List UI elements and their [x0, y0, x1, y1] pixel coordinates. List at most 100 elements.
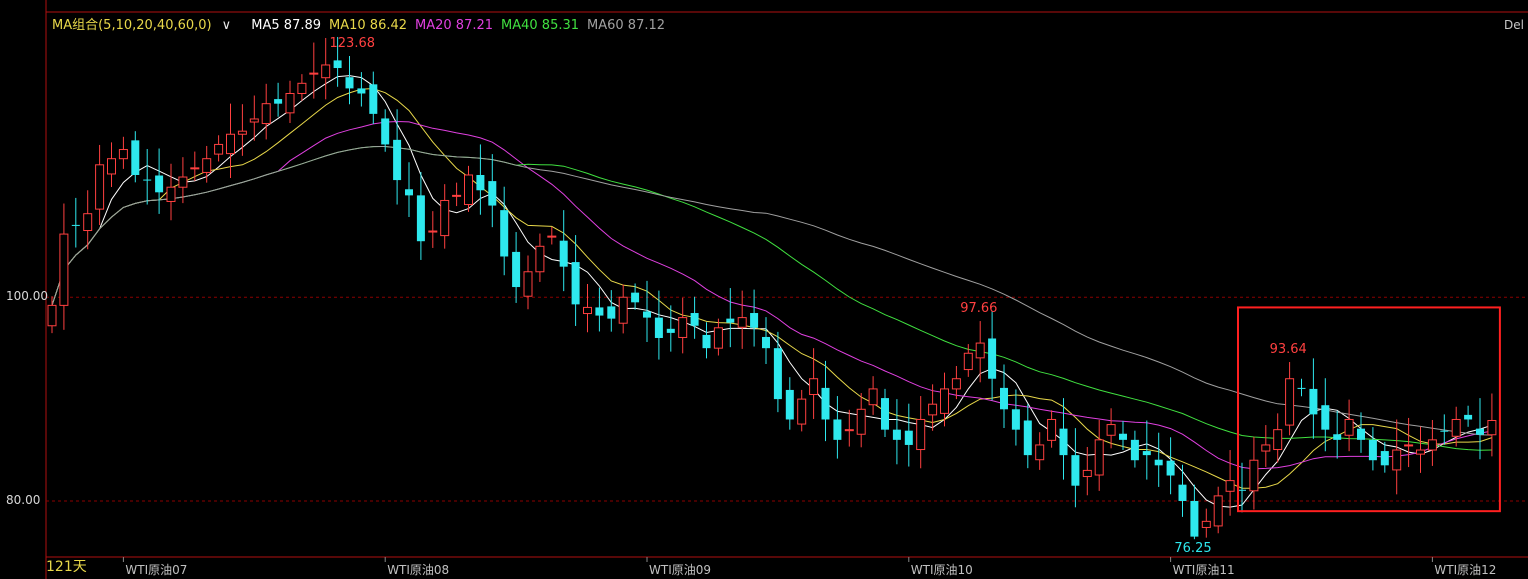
y-tick-label: 80.00	[6, 492, 41, 507]
candle	[975, 321, 985, 383]
candle	[1178, 464, 1187, 517]
x-tick-label: WTI原油08	[387, 563, 450, 577]
candle-body	[1071, 455, 1080, 486]
candle	[1238, 462, 1246, 513]
candle-body	[1119, 433, 1127, 440]
candle	[1190, 484, 1199, 540]
candle-body	[809, 378, 819, 396]
candle-body	[155, 175, 164, 193]
candle	[892, 399, 901, 465]
ma-legend-header: MA组合(5,10,20,40,60,0)	[52, 18, 212, 33]
candle-body	[1416, 449, 1425, 455]
candle	[607, 290, 616, 332]
candle	[868, 376, 878, 415]
candle-body	[1082, 469, 1092, 478]
candle-body	[1178, 484, 1187, 501]
candle	[1249, 436, 1259, 510]
candle-body	[1297, 387, 1306, 389]
candle	[1261, 425, 1271, 467]
candle-body	[47, 304, 57, 327]
candle-body	[416, 195, 425, 242]
candle	[1023, 404, 1032, 469]
candle	[547, 226, 557, 245]
candle-body	[607, 306, 616, 319]
candle	[1380, 441, 1389, 473]
candle	[1309, 358, 1318, 439]
candle	[535, 233, 545, 282]
candle-body	[1154, 459, 1163, 466]
candle-body	[797, 398, 807, 425]
candle-body	[1273, 429, 1283, 451]
candle-body	[190, 167, 200, 170]
candle	[1047, 410, 1057, 448]
y-tick-label: 100.00	[6, 289, 48, 304]
candle	[476, 144, 485, 215]
candle	[285, 80, 295, 124]
candle-body	[1261, 444, 1271, 452]
candle	[440, 184, 450, 249]
candle-body	[844, 429, 854, 432]
chevron-down-icon: ∨	[221, 18, 232, 33]
candle-body	[951, 378, 961, 390]
candle	[274, 82, 283, 117]
candle-body	[821, 387, 830, 420]
candle-body	[1142, 451, 1151, 456]
candle	[571, 235, 580, 326]
candle	[1130, 430, 1139, 468]
candle-body	[1285, 378, 1295, 426]
candle-body	[1238, 489, 1246, 491]
candle-body	[618, 296, 628, 324]
candle-body	[762, 336, 770, 349]
candle	[1035, 432, 1045, 470]
candle	[1333, 410, 1342, 459]
ma60-line	[51, 145, 1492, 436]
candle-body	[107, 158, 116, 175]
candle	[237, 104, 247, 156]
candle-body	[547, 235, 557, 238]
ma-legend-item: MA20 87.21	[415, 18, 494, 33]
candle	[405, 162, 413, 217]
price-annotation: 76.25	[1174, 541, 1212, 557]
candle	[1451, 406, 1461, 447]
candle-body	[1047, 418, 1057, 441]
candle-body	[1321, 405, 1330, 430]
candle	[595, 287, 604, 332]
candle-body	[452, 194, 462, 197]
candle-body	[856, 408, 866, 435]
candle	[1166, 437, 1175, 495]
price-annotation: 97.66	[960, 301, 998, 317]
candles[interactable]	[47, 36, 1497, 540]
candle-body	[249, 118, 259, 123]
candle-body	[357, 88, 366, 94]
candle-body	[1427, 439, 1437, 451]
candle	[1344, 399, 1354, 452]
candle-body	[1309, 388, 1318, 415]
candle-body	[1035, 444, 1045, 461]
candle-body	[464, 174, 473, 206]
candle-body	[785, 389, 794, 420]
candle	[428, 211, 438, 248]
candle-body	[678, 317, 688, 338]
candle-body	[1464, 414, 1473, 420]
candle-body	[1440, 430, 1449, 432]
candle	[1000, 364, 1008, 429]
candle	[618, 284, 628, 334]
candle-body	[868, 388, 878, 406]
candle-body	[643, 311, 651, 318]
candle-body	[1476, 428, 1484, 435]
candle-body	[166, 186, 176, 202]
candlestick-chart	[45, 0, 1528, 579]
candle-body	[916, 418, 926, 451]
candle	[666, 305, 675, 352]
candle-body	[488, 181, 497, 206]
candle-body	[1023, 420, 1032, 456]
candle-body	[1249, 459, 1259, 492]
ma-settings-dropdown[interactable]: MA组合(5,10,20,40,60,0) ∨	[52, 18, 239, 33]
candle-body	[713, 327, 723, 349]
candle-body	[1404, 444, 1414, 447]
candle-body	[83, 213, 93, 232]
highlight-box-rect	[1237, 306, 1501, 513]
candle	[297, 74, 307, 101]
candle	[500, 186, 509, 276]
ma40-line	[51, 145, 1492, 451]
